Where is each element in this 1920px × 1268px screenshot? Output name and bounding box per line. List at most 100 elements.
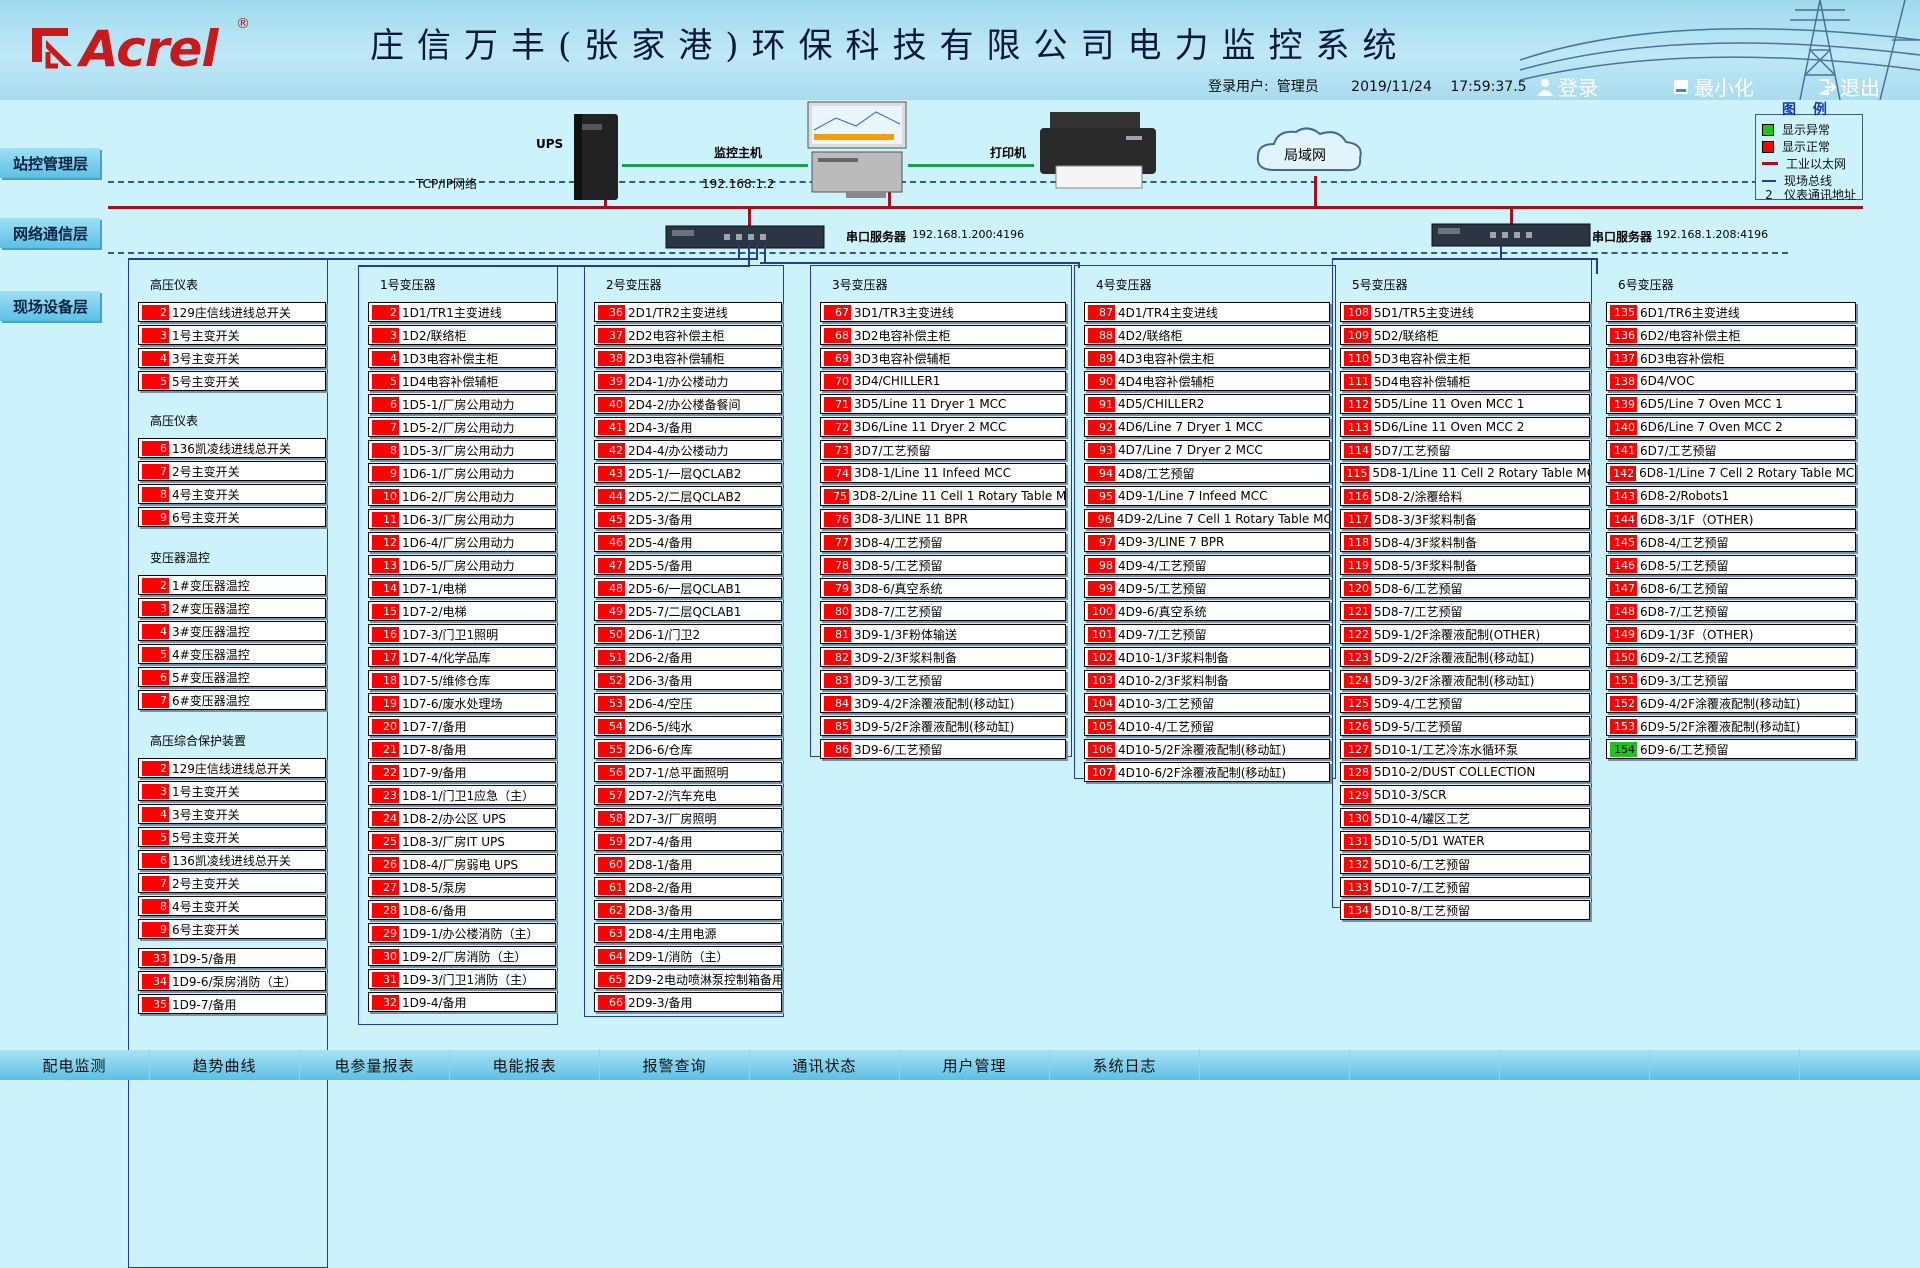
device-row[interactable]: 19 1D7-6/废水处理场 xyxy=(368,693,556,713)
device-row[interactable]: 10 1D6-2/厂房公用动力 xyxy=(368,486,556,506)
device-row[interactable]: 28 1D8-6/备用 xyxy=(368,900,556,920)
device-row[interactable]: 151 6D9-3/工艺预留 xyxy=(1606,670,1856,690)
device-row[interactable]: 70 3D4/CHILLER1 xyxy=(820,371,1066,391)
device-row[interactable]: 57 2D7-2/汽车充电 xyxy=(594,785,782,805)
device-row[interactable]: 2 129庄信线进线总开关 xyxy=(138,302,326,322)
device-row[interactable]: 139 6D5/Line 7 Oven MCC 1 xyxy=(1606,394,1856,414)
device-row[interactable]: 33 1D9-5/备用 xyxy=(138,948,326,968)
device-row[interactable]: 75 3D8-2/Line 11 Cell 1 Rotary Table MCC xyxy=(820,486,1066,506)
device-row[interactable]: 8 4号主变开关 xyxy=(138,484,326,504)
device-row[interactable]: 142 6D8-1/Line 7 Cell 2 Rotary Table MCC xyxy=(1606,463,1856,483)
device-row[interactable]: 72 3D6/Line 11 Dryer 2 MCC xyxy=(820,417,1066,437)
device-row[interactable]: 37 2D2电容补偿主柜 xyxy=(594,325,782,345)
device-row[interactable]: 93 4D7/Line 7 Dryer 2 MCC xyxy=(1084,440,1330,460)
device-row[interactable]: 7 2号主变开关 xyxy=(138,461,326,481)
device-row[interactable]: 29 1D9-1/办公楼消防（主） xyxy=(368,923,556,943)
device-row[interactable]: 106 4D10-5/2F涂覆液配制(移动缸) xyxy=(1084,739,1330,759)
device-row[interactable]: 88 4D2/联络柜 xyxy=(1084,325,1330,345)
device-row[interactable]: 108 5D1/TR5主变进线 xyxy=(1340,302,1590,322)
device-row[interactable]: 60 2D8-1/备用 xyxy=(594,854,782,874)
device-row[interactable]: 117 5D8-3/3F浆料制备 xyxy=(1340,509,1590,529)
device-row[interactable]: 2 1#变压器温控 xyxy=(138,575,326,595)
device-row[interactable]: 67 3D1/TR3主变进线 xyxy=(820,302,1066,322)
device-row[interactable]: 9 6号主变开关 xyxy=(138,507,326,527)
device-row[interactable]: 134 5D10-8/工艺预留 xyxy=(1340,900,1590,920)
device-row[interactable]: 114 5D7/工艺预留 xyxy=(1340,440,1590,460)
device-row[interactable]: 86 3D9-6/工艺预留 xyxy=(820,739,1066,759)
device-row[interactable]: 36 2D1/TR2主变进线 xyxy=(594,302,782,322)
device-row[interactable]: 32 1D9-4/备用 xyxy=(368,992,556,1012)
device-row[interactable]: 74 3D8-1/Line 11 Infeed MCC xyxy=(820,463,1066,483)
device-row[interactable]: 4 3号主变开关 xyxy=(138,348,326,368)
device-row[interactable]: 110 5D3电容补偿主柜 xyxy=(1340,348,1590,368)
device-row[interactable]: 84 3D9-4/2F涂覆液配制(移动缸) xyxy=(820,693,1066,713)
device-row[interactable]: 4 1D3电容补偿主柜 xyxy=(368,348,556,368)
device-row[interactable]: 9 6号主变开关 xyxy=(138,919,326,939)
device-row[interactable]: 82 3D9-2/3F浆料制备 xyxy=(820,647,1066,667)
device-row[interactable]: 127 5D10-1/工艺冷冻水循环泵 xyxy=(1340,739,1590,759)
login-button[interactable]: 登录 xyxy=(1536,72,1598,101)
device-row[interactable]: 126 5D9-5/工艺预留 xyxy=(1340,716,1590,736)
device-row[interactable]: 6 5#变压器温控 xyxy=(138,667,326,687)
device-row[interactable]: 118 5D8-4/3F浆料制备 xyxy=(1340,532,1590,552)
device-row[interactable]: 51 2D6-2/备用 xyxy=(594,647,782,667)
device-row[interactable]: 3 1D2/联络柜 xyxy=(368,325,556,345)
device-row[interactable]: 120 5D8-6/工艺预留 xyxy=(1340,578,1590,598)
device-row[interactable]: 3 1号主变开关 xyxy=(138,781,326,801)
device-row[interactable]: 20 1D7-7/备用 xyxy=(368,716,556,736)
device-row[interactable]: 121 5D8-7/工艺预留 xyxy=(1340,601,1590,621)
device-row[interactable]: 15 1D7-2/电梯 xyxy=(368,601,556,621)
device-row[interactable]: 95 4D9-1/Line 7 Infeed MCC xyxy=(1084,486,1330,506)
device-row[interactable]: 100 4D9-6/真空系统 xyxy=(1084,601,1330,621)
device-row[interactable]: 103 4D10-2/3F浆料制备 xyxy=(1084,670,1330,690)
device-row[interactable]: 107 4D10-6/2F涂覆液配制(移动缸) xyxy=(1084,762,1330,782)
device-row[interactable]: 5 5号主变开关 xyxy=(138,371,326,391)
device-row[interactable]: 49 2D5-7/二层QCLAB1 xyxy=(594,601,782,621)
device-row[interactable]: 125 5D9-4/工艺预留 xyxy=(1340,693,1590,713)
device-row[interactable]: 27 1D8-5/泵房 xyxy=(368,877,556,897)
device-row[interactable]: 97 4D9-3/LINE 7 BPR xyxy=(1084,532,1330,552)
device-row[interactable]: 4 3#变压器温控 xyxy=(138,621,326,641)
device-row[interactable]: 48 2D5-6/一层QCLAB1 xyxy=(594,578,782,598)
device-row[interactable]: 71 3D5/Line 11 Dryer 1 MCC xyxy=(820,394,1066,414)
device-row[interactable]: 112 5D5/Line 11 Oven MCC 1 xyxy=(1340,394,1590,414)
device-row[interactable]: 7 6#变压器温控 xyxy=(138,690,326,710)
device-row[interactable]: 25 1D8-3/厂房IT UPS xyxy=(368,831,556,851)
device-row[interactable]: 7 1D5-2/厂房公用动力 xyxy=(368,417,556,437)
device-row[interactable]: 79 3D8-6/真空系统 xyxy=(820,578,1066,598)
device-row[interactable]: 30 1D9-2/厂房消防（主） xyxy=(368,946,556,966)
device-row[interactable]: 31 1D9-3/门卫1消防（主） xyxy=(368,969,556,989)
device-row[interactable]: 9 1D6-1/厂房公用动力 xyxy=(368,463,556,483)
device-row[interactable]: 7 2号主变开关 xyxy=(138,873,326,893)
device-row[interactable]: 132 5D10-6/工艺预留 xyxy=(1340,854,1590,874)
device-row[interactable]: 65 2D9-2电动喷淋泵控制箱备用 xyxy=(594,969,782,989)
device-row[interactable]: 141 6D7/工艺预留 xyxy=(1606,440,1856,460)
device-row[interactable]: 8 4号主变开关 xyxy=(138,896,326,916)
device-row[interactable]: 81 3D9-1/3F粉体输送 xyxy=(820,624,1066,644)
nav-item-7[interactable]: 系统日志 xyxy=(1050,1050,1200,1080)
device-row[interactable]: 137 6D3电容补偿柜 xyxy=(1606,348,1856,368)
device-row[interactable]: 104 4D10-3/工艺预留 xyxy=(1084,693,1330,713)
device-row[interactable]: 91 4D5/CHILLER2 xyxy=(1084,394,1330,414)
device-row[interactable]: 40 2D4-2/办公楼备餐间 xyxy=(594,394,782,414)
device-row[interactable]: 143 6D8-2/Robots1 xyxy=(1606,486,1856,506)
device-row[interactable]: 99 4D9-5/工艺预留 xyxy=(1084,578,1330,598)
device-row[interactable]: 50 2D6-1/门卫2 xyxy=(594,624,782,644)
device-row[interactable]: 138 6D4/VOC xyxy=(1606,371,1856,391)
device-row[interactable]: 3 2#变压器温控 xyxy=(138,598,326,618)
device-row[interactable]: 53 2D6-4/空压 xyxy=(594,693,782,713)
device-row[interactable]: 109 5D2/联络柜 xyxy=(1340,325,1590,345)
nav-item-2[interactable]: 电参量报表 xyxy=(300,1050,450,1080)
device-row[interactable]: 153 6D9-5/2F涂覆液配制(移动缸) xyxy=(1606,716,1856,736)
device-row[interactable]: 46 2D5-4/备用 xyxy=(594,532,782,552)
device-row[interactable]: 59 2D7-4/备用 xyxy=(594,831,782,851)
nav-item-6[interactable]: 用户管理 xyxy=(900,1050,1050,1080)
device-row[interactable]: 35 1D9-7/备用 xyxy=(138,994,326,1014)
device-row[interactable]: 64 2D9-1/消防（主） xyxy=(594,946,782,966)
device-row[interactable]: 5 4#变压器温控 xyxy=(138,644,326,664)
device-row[interactable]: 152 6D9-4/2F涂覆液配制(移动缸) xyxy=(1606,693,1856,713)
device-row[interactable]: 6 136凯凌线进线总开关 xyxy=(138,438,326,458)
device-row[interactable]: 128 5D10-2/DUST COLLECTION xyxy=(1340,762,1590,782)
device-row[interactable]: 17 1D7-4/化学品库 xyxy=(368,647,556,667)
nav-item-0[interactable]: 配电监测 xyxy=(0,1050,150,1080)
